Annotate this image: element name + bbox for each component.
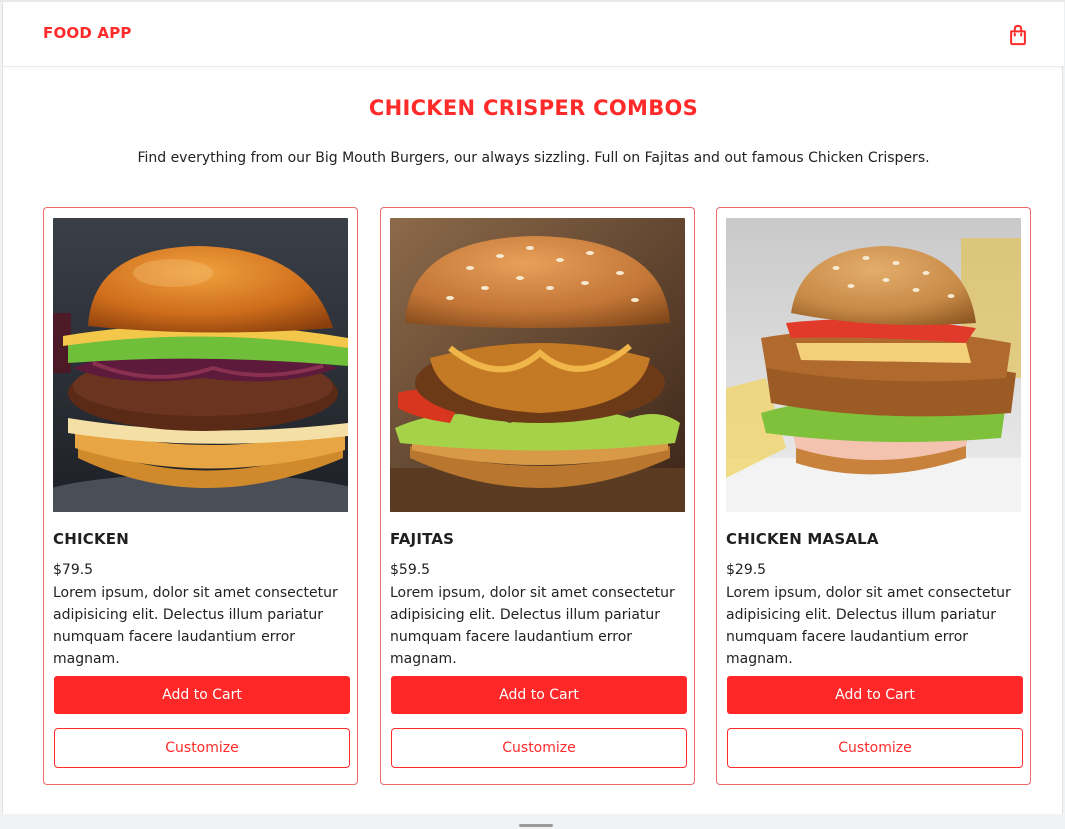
customize-button[interactable]: Customize [54, 728, 350, 768]
page: FOOD APP CHICKEN CRISPER COMBOS Find eve… [2, 2, 1064, 814]
product-price: $59.5 [390, 562, 431, 578]
add-to-cart-button[interactable]: Add to Cart [727, 676, 1023, 714]
product-description: Lorem ipsum, dolor sit amet consectetur … [726, 585, 1011, 667]
burger-image [390, 218, 685, 512]
add-to-cart-button[interactable]: Add to Cart [391, 676, 687, 714]
brand-logo[interactable]: FOOD APP [43, 24, 132, 42]
product-price: $79.5 [53, 562, 94, 578]
product-card-chicken: CHICKEN $79.5 Lorem ipsum, dolor sit ame… [43, 207, 358, 785]
burger-image [53, 218, 348, 512]
product-name: FAJITAS [390, 530, 455, 548]
page-title: CHICKEN CRISPER COMBOS [368, 96, 699, 120]
product-card-chicken-masala: CHICKEN MASALA $29.5 Lorem ipsum, dolor … [716, 207, 1031, 785]
product-price: $29.5 [726, 562, 767, 578]
shopping-bag-icon [1010, 24, 1026, 46]
add-to-cart-button[interactable]: Add to Cart [54, 676, 350, 714]
product-description: Lorem ipsum, dolor sit amet consectetur … [390, 585, 675, 667]
page-subtitle: Find everything from our Big Mouth Burge… [137, 150, 930, 166]
header-bar: FOOD APP [3, 2, 1064, 67]
product-description: Lorem ipsum, dolor sit amet consectetur … [53, 585, 338, 667]
cart-button[interactable] [1006, 23, 1030, 47]
customize-button[interactable]: Customize [391, 728, 687, 768]
scroll-handle[interactable] [519, 824, 553, 827]
product-card-fajitas: FAJITAS $59.5 Lorem ipsum, dolor sit ame… [380, 207, 695, 785]
app-window: FOOD APP CHICKEN CRISPER COMBOS Find eve… [0, 0, 1065, 829]
product-name: CHICKEN [53, 530, 129, 548]
burger-image [726, 218, 1021, 512]
product-name: CHICKEN MASALA [726, 530, 879, 548]
customize-button[interactable]: Customize [727, 728, 1023, 768]
